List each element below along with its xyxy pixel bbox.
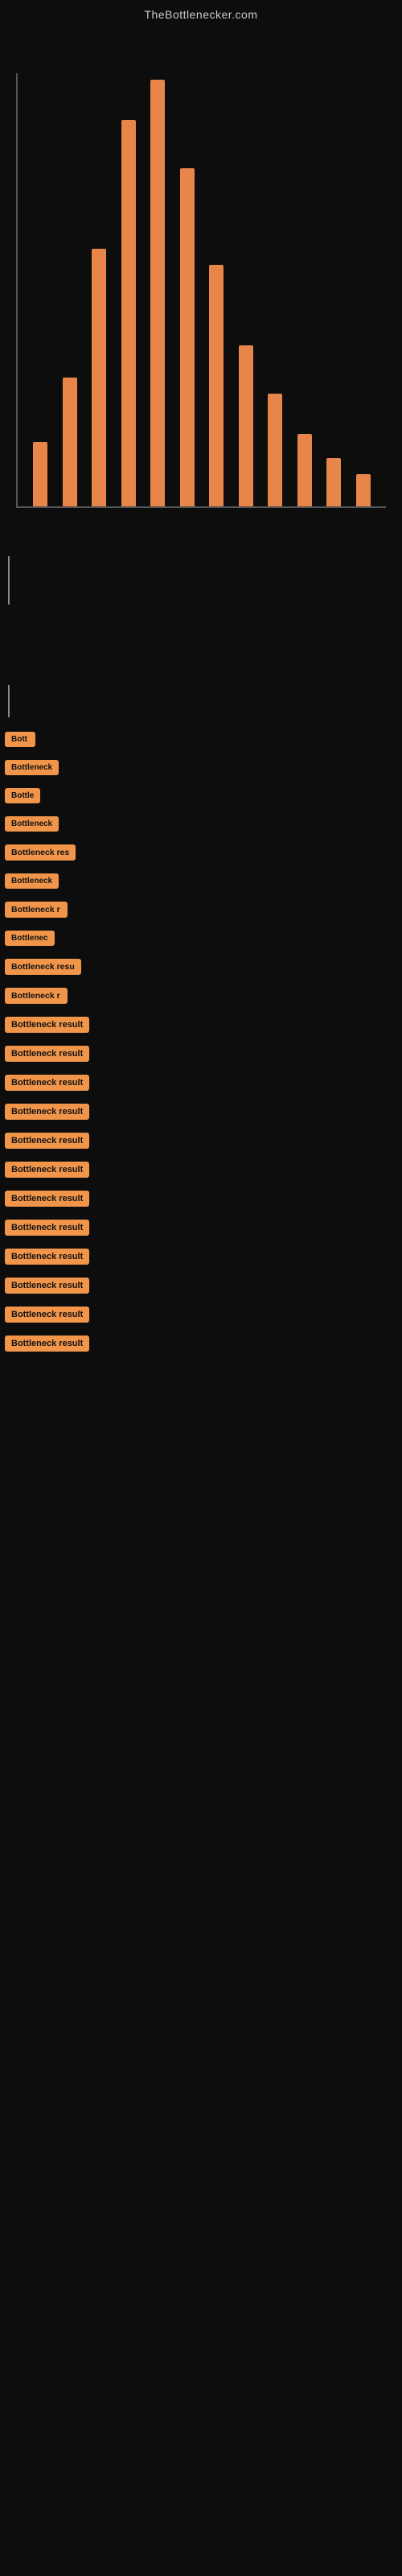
bar-group-2 xyxy=(92,249,106,506)
result-badge-15[interactable]: Bottleneck result xyxy=(5,1133,89,1149)
cursor-indicator-2 xyxy=(8,685,10,717)
result-badge-8[interactable]: Bottlenec xyxy=(5,931,55,946)
bar-group-5 xyxy=(180,168,195,506)
result-row-22: Bottleneck result xyxy=(0,1329,402,1358)
chart-area xyxy=(0,25,402,524)
bar-group-1 xyxy=(63,378,77,506)
result-row-12: Bottleneck result xyxy=(0,1039,402,1068)
result-row-5: Bottleneck res xyxy=(0,838,402,867)
bar-group-3 xyxy=(121,120,136,506)
result-row-11: Bottleneck result xyxy=(0,1010,402,1039)
result-row-9: Bottleneck resu xyxy=(0,952,402,981)
result-badge-16[interactable]: Bottleneck result xyxy=(5,1162,89,1178)
bar-11 xyxy=(356,474,371,506)
result-row-3: Bottle xyxy=(0,782,402,810)
result-row-21: Bottleneck result xyxy=(0,1300,402,1329)
result-badge-20[interactable]: Bottleneck result xyxy=(5,1278,89,1294)
result-row-6: Bottleneck xyxy=(0,867,402,895)
cursor-line-area xyxy=(0,524,402,637)
result-row-19: Bottleneck result xyxy=(0,1242,402,1271)
bar-group-10 xyxy=(326,458,341,506)
result-row-7: Bottleneck r xyxy=(0,895,402,924)
result-badge-10[interactable]: Bottleneck r xyxy=(5,988,68,1004)
bar-group-9 xyxy=(297,434,312,506)
bar-5 xyxy=(180,168,195,506)
result-badge-2[interactable]: Bottleneck xyxy=(5,760,59,775)
result-badge-4[interactable]: Bottleneck xyxy=(5,816,59,832)
result-row-2: Bottleneck xyxy=(0,753,402,782)
result-row-15: Bottleneck result xyxy=(0,1126,402,1155)
result-badge-3[interactable]: Bottle xyxy=(5,788,40,803)
result-badge-12[interactable]: Bottleneck result xyxy=(5,1046,89,1062)
result-row-1: Bott xyxy=(0,725,402,753)
result-badge-19[interactable]: Bottleneck result xyxy=(5,1249,89,1265)
result-badge-18[interactable]: Bottleneck result xyxy=(5,1220,89,1236)
bar-6 xyxy=(209,265,224,506)
bar-group-4 xyxy=(150,80,165,506)
result-badge-21[interactable]: Bottleneck result xyxy=(5,1307,89,1323)
spacer-1 xyxy=(0,637,402,661)
result-badge-1[interactable]: Bott xyxy=(5,732,35,747)
result-row-16: Bottleneck result xyxy=(0,1155,402,1184)
bar-group-8 xyxy=(268,394,282,506)
result-row-13: Bottleneck result xyxy=(0,1068,402,1097)
cursor-indicator-1 xyxy=(8,556,10,605)
result-badge-11[interactable]: Bottleneck result xyxy=(5,1017,89,1033)
bar-group-11 xyxy=(356,474,371,506)
result-row-8: Bottlenec xyxy=(0,924,402,952)
bar-group-0 xyxy=(33,442,47,506)
bar-4 xyxy=(150,80,165,506)
result-badge-13[interactable]: Bottleneck result xyxy=(5,1075,89,1091)
result-badge-6[interactable]: Bottleneck xyxy=(5,873,59,889)
bar-7 xyxy=(239,345,253,506)
result-badge-5[interactable]: Bottleneck res xyxy=(5,844,76,861)
results-section: Bott Bottleneck Bottle Bottleneck Bottleneck… xyxy=(0,725,402,1358)
bar-10 xyxy=(326,458,341,506)
bar-2 xyxy=(92,249,106,506)
bar-1 xyxy=(63,378,77,506)
cursor-line-area-2 xyxy=(0,661,402,725)
chart-bars xyxy=(16,73,386,508)
result-badge-14[interactable]: Bottleneck result xyxy=(5,1104,89,1120)
bar-group-7 xyxy=(239,345,253,506)
bar-3 xyxy=(121,120,136,506)
bar-0 xyxy=(33,442,47,506)
result-row-14: Bottleneck result xyxy=(0,1097,402,1126)
result-row-17: Bottleneck result xyxy=(0,1184,402,1213)
result-badge-22[interactable]: Bottleneck result xyxy=(5,1335,89,1352)
result-badge-7[interactable]: Bottleneck r xyxy=(5,902,68,918)
result-row-20: Bottleneck result xyxy=(0,1271,402,1300)
bottom-spacer xyxy=(0,1358,402,1406)
result-row-18: Bottleneck result xyxy=(0,1213,402,1242)
result-row-10: Bottleneck r xyxy=(0,981,402,1010)
result-row-4: Bottleneck xyxy=(0,810,402,838)
bar-8 xyxy=(268,394,282,506)
result-badge-17[interactable]: Bottleneck result xyxy=(5,1191,89,1207)
bar-9 xyxy=(297,434,312,506)
bar-group-6 xyxy=(209,265,224,506)
result-badge-9[interactable]: Bottleneck resu xyxy=(5,959,81,975)
site-title: TheBottlenecker.com xyxy=(0,0,402,25)
